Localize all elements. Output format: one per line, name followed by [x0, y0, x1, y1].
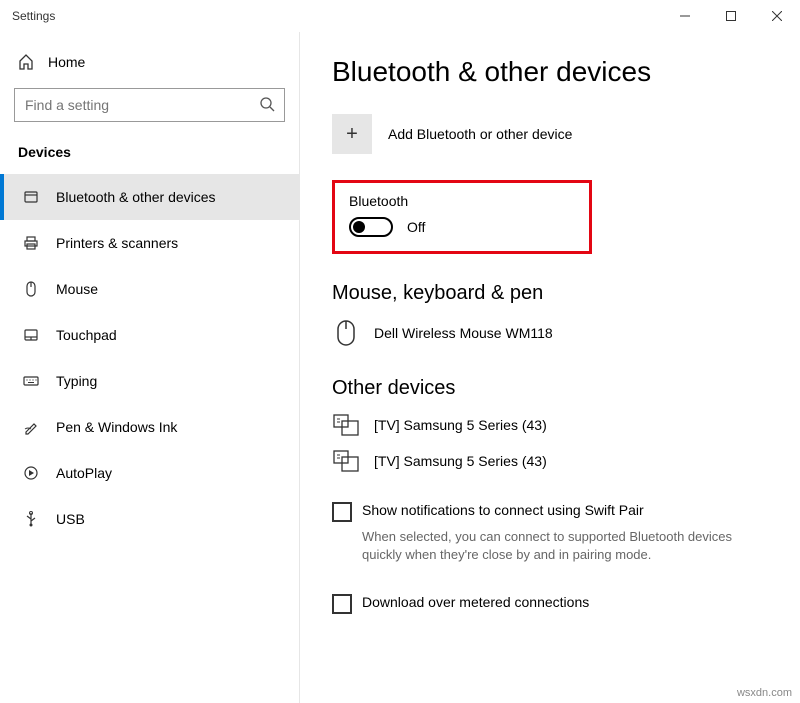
bluetooth-highlight-box: Bluetooth Off	[332, 180, 592, 254]
watermark: wsxdn.com	[737, 687, 792, 699]
nav-touchpad[interactable]: Touchpad	[0, 312, 299, 358]
titlebar: Settings	[0, 0, 800, 32]
plus-icon: +	[332, 114, 372, 154]
nav-usb[interactable]: USB	[0, 496, 299, 542]
other-section-title: Other devices	[332, 377, 768, 400]
window-title: Settings	[12, 9, 55, 23]
device-row[interactable]: [TV] Samsung 5 Series (43)	[332, 450, 768, 472]
nav-pen[interactable]: Pen & Windows Ink	[0, 404, 299, 450]
nav-label: Typing	[56, 373, 97, 389]
checkbox-label: Show notifications to connect using Swif…	[362, 502, 644, 518]
main-content: Bluetooth & other devices + Add Bluetoot…	[300, 32, 800, 703]
checkbox-label: Download over metered connections	[362, 594, 589, 610]
nav-label: Printers & scanners	[56, 235, 178, 251]
nav-label: Bluetooth & other devices	[56, 189, 216, 205]
add-device-label: Add Bluetooth or other device	[388, 126, 572, 142]
touchpad-icon	[22, 327, 40, 343]
keyboard-icon	[22, 373, 40, 389]
device-label: [TV] Samsung 5 Series (43)	[374, 417, 547, 433]
device-label: [TV] Samsung 5 Series (43)	[374, 453, 547, 469]
checkbox[interactable]	[332, 594, 352, 614]
swift-pair-checkbox-row[interactable]: Show notifications to connect using Swif…	[332, 502, 768, 522]
add-device-button[interactable]: + Add Bluetooth or other device	[332, 114, 768, 154]
bluetooth-icon	[22, 189, 40, 205]
nav-label: Touchpad	[56, 327, 117, 343]
search-box[interactable]	[14, 88, 285, 122]
search-input[interactable]	[14, 88, 285, 122]
checkbox[interactable]	[332, 502, 352, 522]
nav-typing[interactable]: Typing	[0, 358, 299, 404]
nav-mouse[interactable]: Mouse	[0, 266, 299, 312]
home-label: Home	[48, 54, 85, 70]
search-icon	[259, 96, 275, 112]
category-label: Devices	[0, 144, 299, 174]
device-label: Dell Wireless Mouse WM118	[374, 325, 553, 341]
autoplay-icon	[22, 465, 40, 481]
usb-icon	[22, 511, 40, 527]
nav-label: Mouse	[56, 281, 98, 297]
home-icon	[18, 54, 34, 70]
minimize-button[interactable]	[662, 0, 708, 32]
nav-bluetooth[interactable]: Bluetooth & other devices	[0, 174, 299, 220]
sidebar: Home Devices Bluetooth & other devices P…	[0, 32, 300, 703]
bluetooth-label: Bluetooth	[349, 193, 575, 209]
mouse-icon	[22, 281, 40, 297]
nav-printers[interactable]: Printers & scanners	[0, 220, 299, 266]
maximize-button[interactable]	[708, 0, 754, 32]
mouse-section-title: Mouse, keyboard & pen	[332, 282, 768, 305]
home-link[interactable]: Home	[0, 48, 299, 88]
close-button[interactable]	[754, 0, 800, 32]
bluetooth-toggle[interactable]	[349, 217, 393, 237]
nav-label: Pen & Windows Ink	[56, 419, 177, 435]
page-title: Bluetooth & other devices	[332, 56, 768, 88]
metered-checkbox-row[interactable]: Download over metered connections	[332, 594, 768, 614]
nav-label: AutoPlay	[56, 465, 112, 481]
media-device-icon	[332, 450, 360, 472]
nav-label: USB	[56, 511, 85, 527]
bluetooth-state: Off	[407, 219, 425, 235]
swift-pair-help: When selected, you can connect to suppor…	[362, 528, 762, 564]
device-row[interactable]: [TV] Samsung 5 Series (43)	[332, 414, 768, 436]
nav-autoplay[interactable]: AutoPlay	[0, 450, 299, 496]
device-row[interactable]: Dell Wireless Mouse WM118	[332, 319, 768, 347]
printer-icon	[22, 235, 40, 251]
pen-icon	[22, 419, 40, 435]
mouse-device-icon	[332, 319, 360, 347]
media-device-icon	[332, 414, 360, 436]
